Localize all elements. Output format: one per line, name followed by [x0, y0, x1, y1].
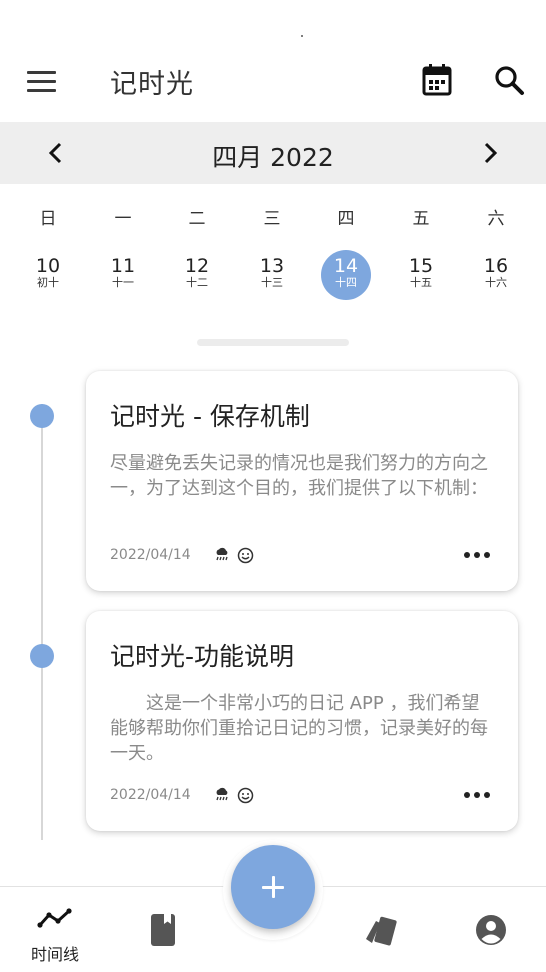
timeline-dot: [30, 644, 54, 668]
weekday-label: 四: [337, 209, 355, 229]
calendar-button[interactable]: [418, 62, 456, 100]
add-entry-button[interactable]: [231, 845, 315, 929]
more-options-button[interactable]: [464, 785, 492, 805]
weekday-label: 一: [114, 209, 132, 229]
more-options-button[interactable]: [464, 545, 492, 565]
smiley-icon: [237, 547, 254, 564]
search-icon: [495, 66, 524, 95]
weekday-label: 二: [188, 209, 206, 229]
day-number: 15: [408, 255, 434, 277]
menu-icon-line: [27, 89, 56, 92]
week-days-row: 10 初十 11 十一 12 十二 13 十三 14 十四 15 十五 16 十…: [0, 250, 546, 302]
weekday-header: 日 一 二 三 四 五 六: [0, 204, 546, 229]
nav-cards[interactable]: [336, 887, 426, 972]
entry-date: 2022/04/14: [110, 787, 191, 803]
rain-cloud-icon: [216, 787, 228, 801]
weekday-label: 三: [263, 209, 281, 229]
day-number: 11: [110, 255, 136, 277]
status-bar-dot: [301, 35, 303, 37]
lunar-date: 十五: [410, 276, 432, 289]
app-bar: 记时光: [0, 44, 546, 122]
entry-title: 记时光 - 保存机制: [110, 402, 310, 431]
entry-title: 记时光-功能说明: [110, 642, 295, 671]
diary-entry-card[interactable]: 记时光 - 保存机制 尽量避免丢失记录的情况也是我们努力的方向之一，为了达到这个…: [86, 371, 518, 591]
lunar-date: 十三: [261, 276, 283, 289]
day-number: 16: [483, 255, 509, 277]
day-cell[interactable]: 10 初十: [23, 250, 73, 300]
timeline-icon: [37, 908, 72, 928]
more-dot: [484, 552, 490, 558]
nav-timeline[interactable]: 时间线: [10, 887, 100, 972]
calendar-icon: [422, 64, 452, 96]
menu-button[interactable]: [24, 68, 60, 98]
search-button[interactable]: [490, 62, 528, 100]
plus-icon-stroke: [272, 876, 275, 898]
menu-icon-line: [27, 80, 56, 83]
book-icon: [151, 914, 175, 946]
app-title: 记时光: [110, 69, 194, 100]
entry-preview: 尽量避免丢失记录的情况也是我们努力的方向之一，为了达到这个目的，我们提供了以下机…: [110, 453, 488, 499]
more-dot: [474, 792, 480, 798]
calendar-drag-handle[interactable]: [197, 339, 349, 346]
more-dot: [464, 792, 470, 798]
lunar-date: 十四: [335, 276, 357, 289]
day-number: 12: [184, 255, 210, 277]
day-cell[interactable]: 15 十五: [396, 250, 446, 300]
day-number: 14: [333, 255, 359, 277]
menu-icon: [27, 71, 56, 74]
diary-entry-card[interactable]: 记时光-功能说明 这是一个非常小巧的日记 APP ，我们希望能够帮助你们重拾记日…: [86, 611, 518, 831]
entry-preview: 这是一个非常小巧的日记 APP ，我们希望能够帮助你们重拾记日记的习惯，记录美好…: [110, 693, 488, 764]
more-dot: [464, 552, 470, 558]
day-cell[interactable]: 13 十三: [247, 250, 297, 300]
timeline-dot: [30, 404, 54, 428]
lunar-date: 初十: [37, 276, 59, 289]
month-title: 四月 2022: [212, 143, 334, 172]
day-cell[interactable]: 12 十二: [172, 250, 222, 300]
day-cell-selected[interactable]: 14 十四: [321, 250, 371, 300]
next-month-button[interactable]: [474, 136, 506, 170]
more-dot: [484, 792, 490, 798]
day-cell[interactable]: 11 十一: [98, 250, 148, 300]
day-number: 13: [259, 255, 285, 277]
entry-date: 2022/04/14: [110, 547, 191, 563]
smiley-icon: [237, 787, 254, 804]
month-bar: 四月 2022: [0, 122, 546, 184]
chevron-right-icon: [484, 142, 498, 164]
weekday-label: 六: [487, 209, 505, 229]
weekday-label: 日: [39, 209, 57, 229]
cards-icon: [366, 916, 397, 946]
lunar-date: 十六: [485, 276, 507, 289]
account-icon: [476, 915, 506, 945]
nav-label: 时间线: [30, 945, 79, 964]
nav-account[interactable]: [446, 887, 536, 972]
day-number: 10: [35, 255, 61, 277]
weekday-label: 五: [412, 209, 430, 229]
nav-diary-book[interactable]: [118, 887, 208, 972]
lunar-date: 十二: [186, 276, 208, 289]
timeline-line: [41, 404, 43, 840]
lunar-date: 十一: [112, 276, 134, 289]
more-dot: [474, 552, 480, 558]
day-cell[interactable]: 16 十六: [471, 250, 521, 300]
rain-cloud-icon: [216, 547, 228, 561]
